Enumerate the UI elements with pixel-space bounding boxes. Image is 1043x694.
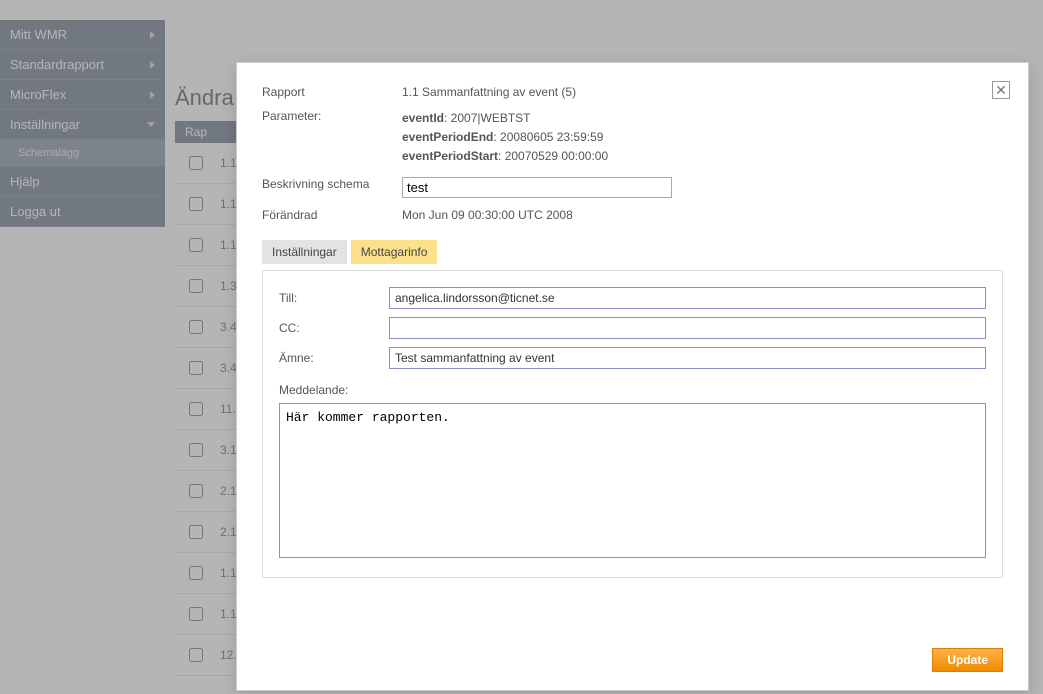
rapport-label: Rapport [262,85,402,99]
dialog-info: Rapport 1.1 Sammanfattning av event (5) … [262,85,1003,222]
edit-schedule-dialog: ✕ Rapport 1.1 Sammanfattning av event (5… [236,62,1029,691]
param-eventperiodend-label: eventPeriodEnd [402,130,493,144]
param-eventperiodstart-value: : 20070529 00:00:00 [498,149,608,163]
recipient-form: Till: CC: Ämne: Meddelande: [262,270,1003,578]
meddelande-label: Meddelande: [279,383,986,397]
beskrivning-label: Beskrivning schema [262,177,402,191]
cc-input[interactable] [389,317,986,339]
close-icon[interactable]: ✕ [992,81,1010,99]
amne-input[interactable] [389,347,986,369]
beskrivning-input[interactable] [402,177,672,198]
param-eventperiodstart-label: eventPeriodStart [402,149,498,163]
forandrad-label: Förändrad [262,208,402,222]
parameter-label: Parameter: [262,109,402,123]
parameter-values: eventId: 2007|WEBTST eventPeriodEnd: 200… [402,109,1003,167]
param-eventperiodend-value: : 20080605 23:59:59 [493,130,603,144]
till-label: Till: [279,291,389,305]
meddelande-textarea[interactable] [279,403,986,558]
amne-label: Ämne: [279,351,389,365]
rapport-value: 1.1 Sammanfattning av event (5) [402,85,1003,99]
cc-label: CC: [279,321,389,335]
param-eventid-label: eventId [402,111,444,125]
tab-mottagarinfo[interactable]: Mottagarinfo [351,240,438,264]
dialog-tabs: Inställningar Mottagarinfo [262,240,1003,264]
tab-installningar[interactable]: Inställningar [262,240,347,264]
till-input[interactable] [389,287,986,309]
param-eventid-value: : 2007|WEBTST [444,111,530,125]
update-button[interactable]: Update [932,648,1003,672]
forandrad-value: Mon Jun 09 00:30:00 UTC 2008 [402,208,1003,222]
